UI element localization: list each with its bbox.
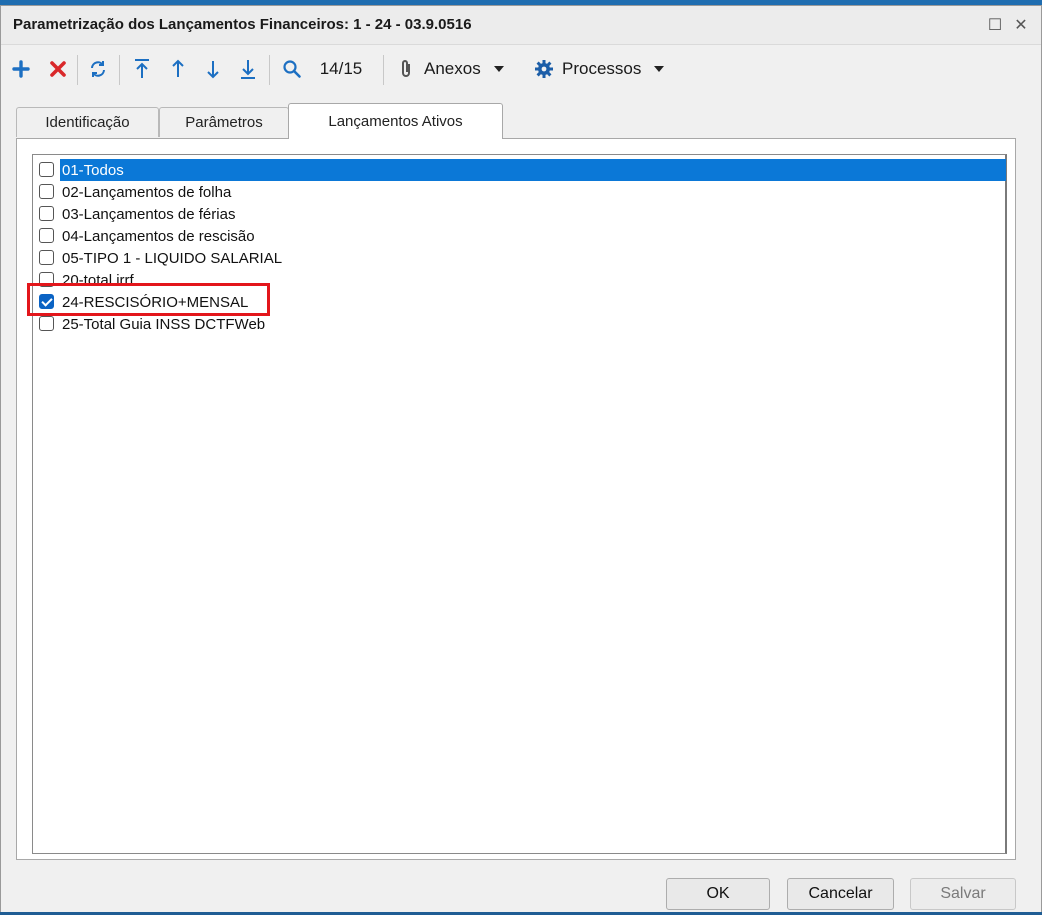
- lancamentos-checklist[interactable]: 01-Todos 02-Lançamentos de folha 03-Lanç…: [32, 154, 1007, 854]
- item-label: 05-TIPO 1 - LIQUIDO SALARIAL: [62, 249, 283, 267]
- item-checkbox[interactable]: [39, 250, 54, 265]
- refresh-button[interactable]: [84, 47, 112, 91]
- item-checkbox[interactable]: [39, 206, 54, 221]
- tab-parametros[interactable]: Parâmetros: [159, 107, 289, 137]
- title-bar: Parametrização dos Lançamentos Financeir…: [1, 6, 1041, 45]
- toolbar-separator: [119, 55, 120, 85]
- arrow-up-icon: [172, 59, 184, 77]
- tab-lancamentos-ativos[interactable]: Lançamentos Ativos: [288, 103, 503, 139]
- toolbar-separator: [77, 55, 78, 85]
- close-icon[interactable]: ✕: [1010, 14, 1032, 36]
- previous-record-button[interactable]: [165, 47, 191, 91]
- chevron-down-icon: [654, 66, 665, 72]
- tab-identificacao[interactable]: Identificação: [16, 107, 159, 137]
- item-label-area: 02-Lançamentos de folha: [60, 181, 1006, 203]
- processos-menu-button[interactable]: Processos: [534, 47, 679, 91]
- delete-button[interactable]: [44, 47, 72, 91]
- first-record-button[interactable]: [129, 47, 155, 91]
- maximize-icon[interactable]: ☐: [984, 14, 1006, 36]
- item-label-area: 25-Total Guia INSS DCTFWeb: [60, 313, 1006, 335]
- processos-label: Processos: [562, 59, 642, 78]
- list-item[interactable]: 01-Todos: [36, 159, 1006, 181]
- chevron-down-icon: [493, 66, 504, 72]
- add-button[interactable]: [7, 47, 35, 91]
- tab-panel: 01-Todos 02-Lançamentos de folha 03-Lanç…: [16, 138, 1016, 860]
- toolbar-separator: [269, 55, 270, 85]
- item-label-area: 03-Lançamentos de férias: [60, 203, 1006, 225]
- item-label: 04-Lançamentos de rescisão: [62, 227, 255, 245]
- item-label-area: 01-Todos: [60, 159, 1006, 181]
- tab-label: Parâmetros: [185, 114, 263, 131]
- dialog-window: Parametrização dos Lançamentos Financeir…: [0, 5, 1042, 915]
- tab-label: Identificação: [45, 114, 130, 131]
- item-label: 03-Lançamentos de férias: [62, 205, 236, 223]
- item-label: 02-Lançamentos de folha: [62, 183, 232, 201]
- cancel-button[interactable]: Cancelar: [787, 878, 894, 910]
- last-record-button[interactable]: [235, 47, 261, 91]
- plus-icon: [12, 60, 30, 78]
- tab-label: Lançamentos Ativos: [328, 113, 463, 130]
- next-record-button[interactable]: [200, 47, 226, 91]
- ok-button[interactable]: OK: [666, 878, 770, 910]
- list-item[interactable]: 03-Lançamentos de férias: [36, 203, 1006, 225]
- item-checkbox[interactable]: [39, 162, 54, 177]
- toolbar-separator: [383, 55, 384, 85]
- arrow-down-icon: [207, 61, 219, 79]
- item-label-area: 04-Lançamentos de rescisão: [60, 225, 1006, 247]
- arrow-first-icon: [135, 59, 149, 78]
- list-item[interactable]: 25-Total Guia INSS DCTFWeb: [36, 313, 1006, 335]
- item-checkbox[interactable]: [39, 316, 54, 331]
- delete-x-icon: [50, 61, 66, 77]
- list-item[interactable]: 02-Lançamentos de folha: [36, 181, 1006, 203]
- gear-icon: [535, 60, 553, 78]
- annotation-highlight-box: [27, 283, 270, 316]
- paperclip-icon: [402, 60, 410, 77]
- item-label: 25-Total Guia INSS DCTFWeb: [62, 315, 266, 333]
- toolbar: 14/15 Anexos Processos: [1, 47, 1041, 91]
- item-checkbox[interactable]: [39, 184, 54, 199]
- search-icon: [283, 60, 301, 78]
- record-position: 14/15: [312, 47, 370, 91]
- item-label-area: 05-TIPO 1 - LIQUIDO SALARIAL: [60, 247, 1006, 269]
- record-position-text: 14/15: [319, 59, 363, 78]
- anexos-menu-button[interactable]: Anexos: [398, 47, 523, 91]
- window-title: Parametrização dos Lançamentos Financeir…: [13, 16, 472, 33]
- item-checkbox[interactable]: [39, 228, 54, 243]
- search-button[interactable]: [277, 47, 307, 91]
- item-label: 01-Todos: [62, 161, 124, 179]
- list-item[interactable]: 04-Lançamentos de rescisão: [36, 225, 1006, 247]
- save-button[interactable]: Salvar: [910, 878, 1016, 910]
- arrow-last-icon: [241, 60, 255, 79]
- refresh-icon: [91, 61, 105, 77]
- list-item[interactable]: 05-TIPO 1 - LIQUIDO SALARIAL: [36, 247, 1006, 269]
- anexos-label: Anexos: [424, 59, 481, 78]
